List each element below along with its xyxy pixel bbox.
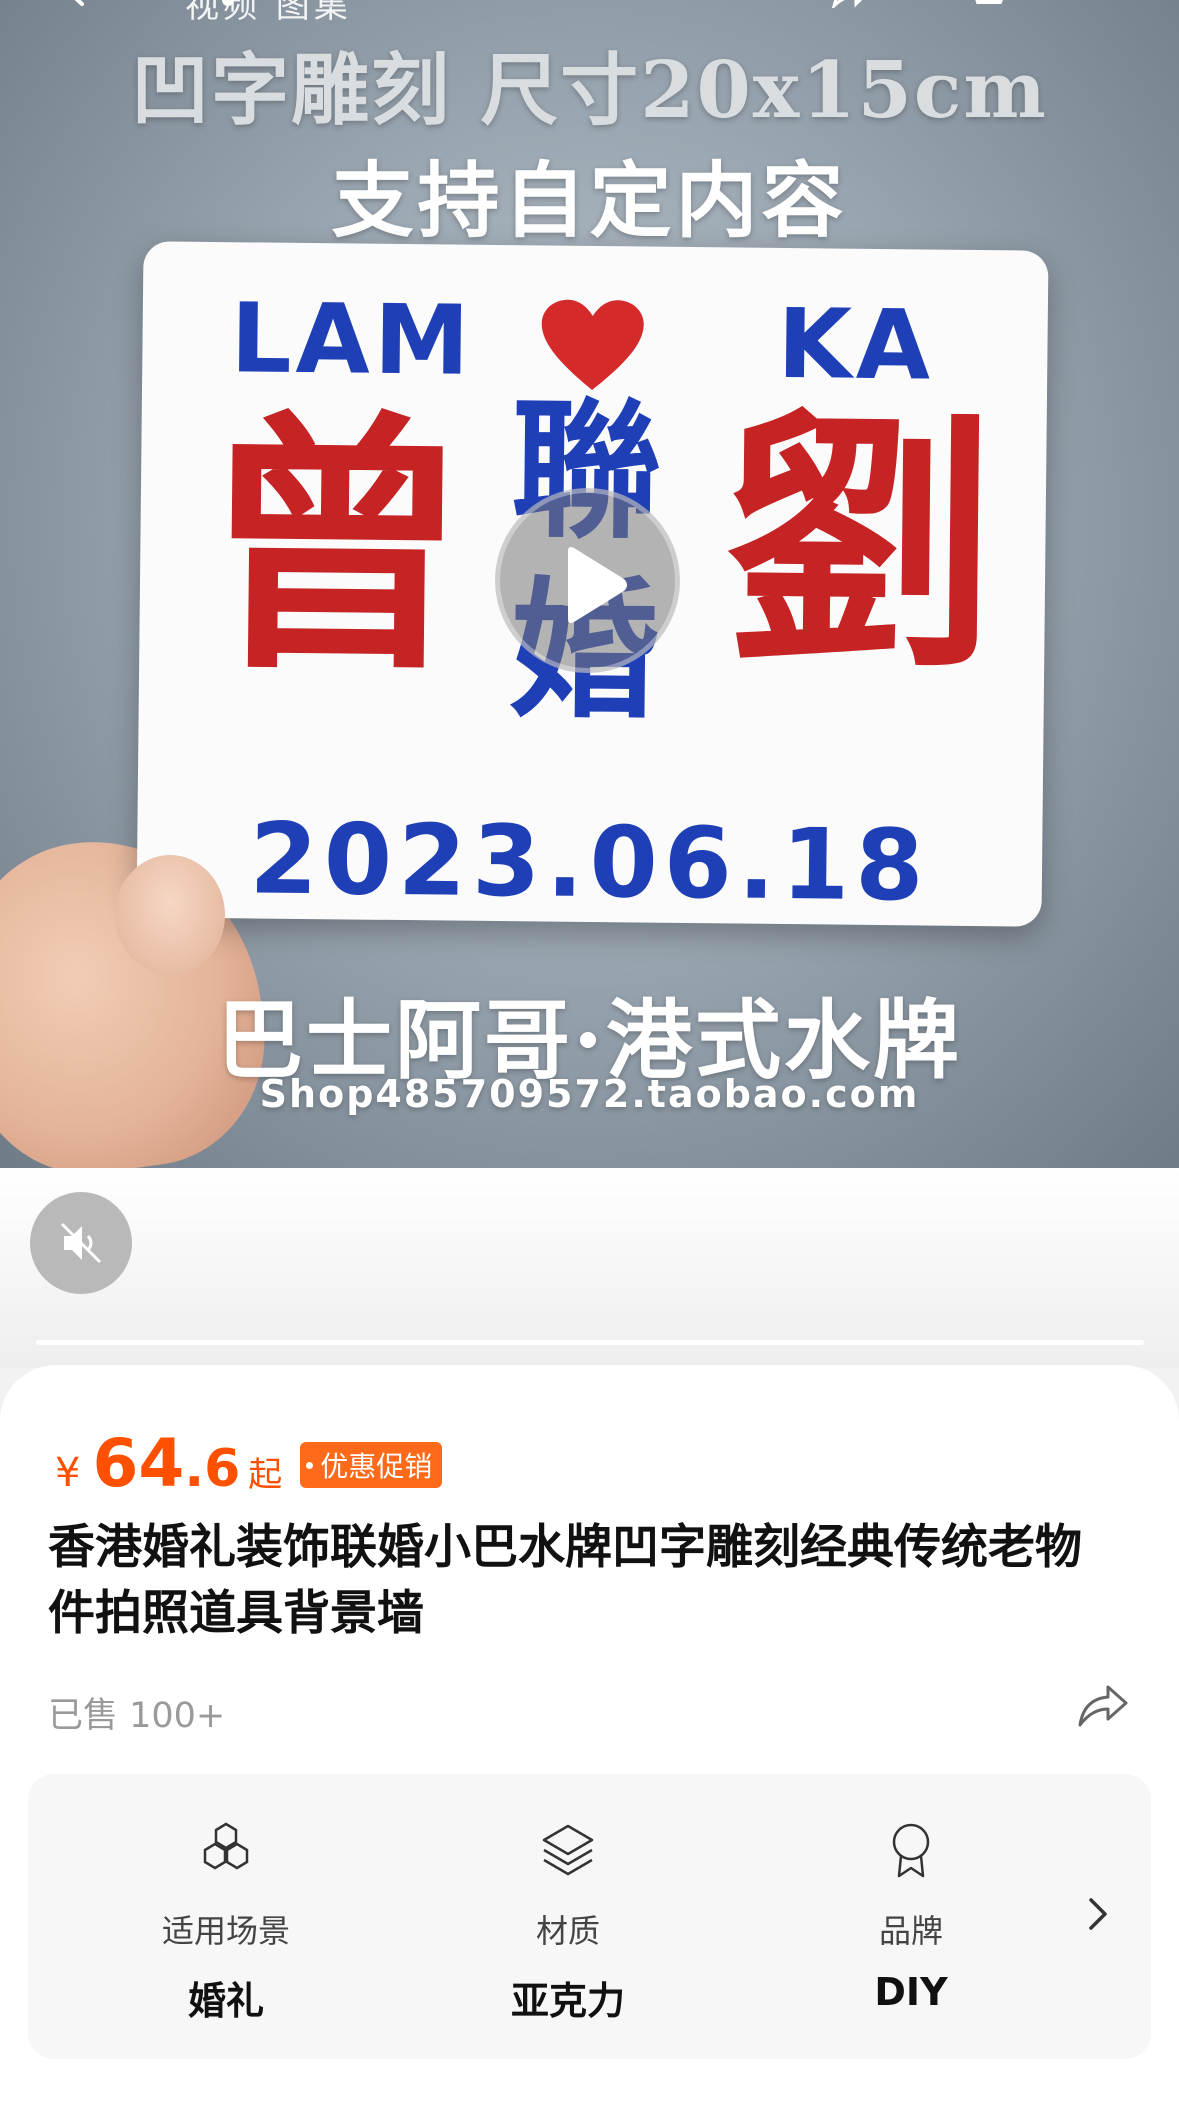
attribute-material[interactable]: 材质 亚克力 xyxy=(443,1820,693,2025)
video-controls xyxy=(0,1168,1179,1368)
badge-icon xyxy=(892,1823,930,1878)
media-tabs[interactable]: 视频 图集 xyxy=(185,0,352,27)
attribute-label: 品牌 xyxy=(878,1912,943,1950)
attribute-brand[interactable]: 品牌 DIY xyxy=(786,1820,1036,2014)
attribute-label: 材质 xyxy=(535,1912,600,1950)
attribute-value: 亚克力 xyxy=(510,1979,625,2023)
share-icon[interactable] xyxy=(830,0,870,8)
plate-surname-left: 曾 xyxy=(198,385,473,707)
attribute-value: 婚礼 xyxy=(187,1979,264,2023)
product-title: 香港婚礼装饰联婚小巴水牌凹字雕刻经典传统老物件拍照道具背景墙 xyxy=(48,1520,1082,1641)
plate-surname-right: 劉 xyxy=(723,383,998,705)
attribute-value: DIY xyxy=(874,1970,948,2014)
play-button[interactable] xyxy=(495,488,680,673)
thumb-image xyxy=(115,855,225,975)
video-caption-custom: 支持自定内容 xyxy=(331,153,848,249)
mute-button[interactable] xyxy=(30,1192,132,1294)
layers-icon xyxy=(542,1824,594,1876)
video-caption-size: 凹字雕刻 尺寸20x15cm xyxy=(131,45,1048,136)
attribute-scene[interactable]: 适用场景 婚礼 xyxy=(101,1820,351,2025)
video-caption-shop-url: Shop485709572.taobao.com xyxy=(259,1072,920,1116)
product-info-card: ¥ 64 .6 起 优惠促销 香港婚礼装饰联婚小巴水牌凹字雕刻经典传统老物件拍照… xyxy=(0,1365,1179,2101)
attributes-panel[interactable]: 适用场景 婚礼 材质 亚克力 品牌 DIY xyxy=(28,1774,1151,2059)
plate-date: 2023.06.18 xyxy=(249,802,931,924)
back-icon[interactable] xyxy=(60,0,90,8)
price-decimal: .6 xyxy=(184,1439,241,1499)
promo-badge[interactable]: 优惠促销 xyxy=(300,1442,443,1488)
attribute-label: 适用场景 xyxy=(161,1912,290,1950)
mute-icon xyxy=(60,1222,102,1264)
price: ¥ 64 .6 起 优惠促销 xyxy=(55,1425,443,1502)
product-video[interactable]: 视频 图集 凹字雕刻 尺寸20x15cm 支持自定内容 LAM KA 曾 聯 婚… xyxy=(0,0,1179,1168)
play-icon xyxy=(568,547,627,623)
top-bar: 视频 图集 xyxy=(0,0,1179,26)
sold-count: 已售 100+ xyxy=(48,1696,226,1736)
share-icon[interactable] xyxy=(1076,1681,1130,1729)
price-integer: 64 xyxy=(92,1425,185,1502)
heart-icon xyxy=(541,299,644,390)
video-progress-bar[interactable] xyxy=(36,1340,1144,1345)
price-suffix: 起 xyxy=(248,1455,283,1495)
currency-symbol: ¥ xyxy=(55,1450,81,1496)
chevron-right-icon[interactable] xyxy=(1083,1894,1113,1934)
plate-left-name: LAM xyxy=(229,282,475,397)
cart-icon[interactable] xyxy=(960,0,1010,8)
hexagon-cluster-icon xyxy=(203,1822,249,1870)
